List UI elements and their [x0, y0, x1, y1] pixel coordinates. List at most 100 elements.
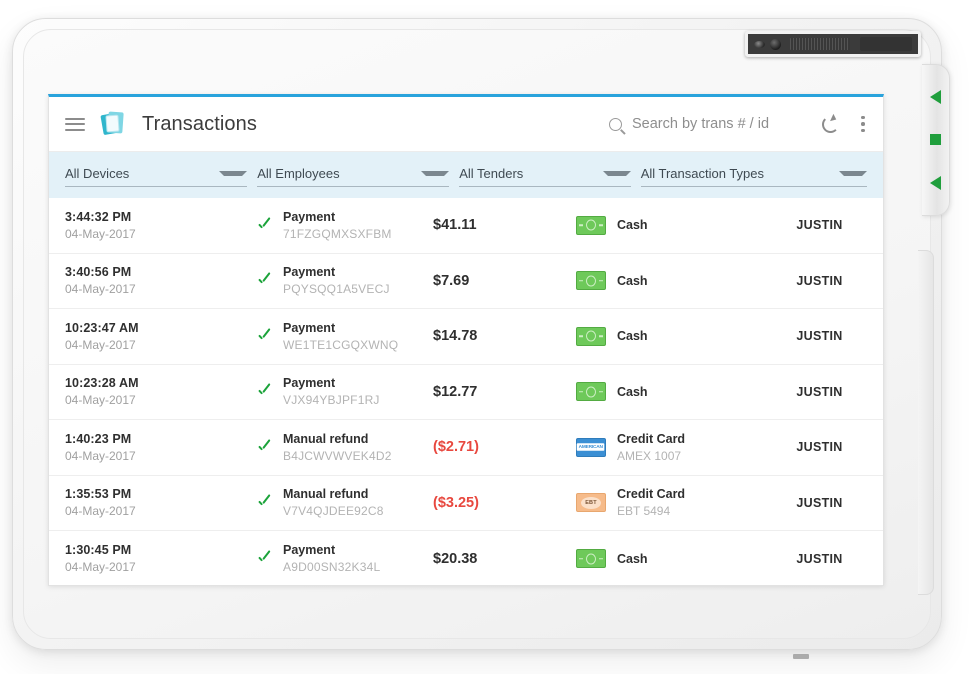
tender-name: Cash — [617, 385, 648, 399]
triangle-left-icon[interactable] — [930, 176, 941, 190]
transaction-employee: JUSTIN — [772, 385, 867, 399]
transaction-time: 3:40:56 PM — [65, 265, 257, 279]
cash-icon — [576, 216, 606, 235]
tablet-scene: Transactions All Devices All Employees — [0, 0, 975, 674]
device-side-panel — [918, 250, 934, 595]
transaction-employee: JUSTIN — [772, 496, 867, 510]
filter-employees[interactable]: All Employees — [257, 163, 449, 187]
chevron-down-icon — [219, 171, 247, 176]
camera-lens-icon — [754, 41, 765, 48]
transaction-timestamp: 1:35:53 PM 04-May-2017 — [65, 487, 257, 518]
page-title: Transactions — [142, 113, 257, 136]
transaction-timestamp: 10:23:28 AM 04-May-2017 — [65, 376, 257, 407]
transaction-reference: 71FZGQMXSXFBM — [283, 227, 392, 241]
tender-cell: Cash — [576, 549, 772, 568]
transaction-amount: $41.11 — [433, 217, 576, 233]
cash-icon — [576, 327, 606, 346]
app-header: Transactions — [49, 97, 883, 152]
transaction-amount: $12.77 — [433, 384, 576, 400]
transaction-date: 04-May-2017 — [65, 504, 257, 518]
search-input[interactable] — [632, 116, 804, 132]
table-row[interactable]: 1:40:23 PM04-May-2017Manual refundB4JCWV… — [49, 420, 883, 476]
tender-cell: EBTCredit CardEBT 5494 — [576, 487, 772, 518]
transaction-date: 04-May-2017 — [65, 227, 257, 241]
transaction-type: Payment — [283, 543, 380, 557]
transaction-amount: $20.38 — [433, 551, 576, 567]
transaction-reference: PQYSQQ1A5VECJ — [283, 282, 390, 296]
tender-name: Credit Card — [617, 432, 685, 446]
device-side-rail[interactable] — [922, 64, 950, 216]
square-icon[interactable] — [930, 134, 941, 145]
table-row[interactable]: 1:35:53 PM 04-May-2017Manual refundV7V4QJ… — [49, 476, 883, 532]
kebab-menu-icon[interactable] — [861, 113, 865, 135]
search-box[interactable] — [609, 116, 822, 132]
transaction-type: Payment — [283, 376, 380, 390]
chevron-down-icon — [421, 171, 449, 176]
transaction-timestamp: 3:40:56 PM 04-May-2017 — [65, 265, 257, 296]
module-panel — [860, 37, 912, 51]
transaction-type-cell: Payment 71FZGQMXSXFBM — [257, 210, 433, 241]
table-row[interactable]: 1:30:45 PM 04-May-2017 Payment A9D00SN32K34… — [49, 531, 883, 585]
transaction-type-cell: Manual refundV7V4QJDEE92C8 — [257, 487, 433, 518]
transaction-timestamp: 1:30:45 PM 04-May-2017 — [65, 543, 257, 574]
transaction-timestamp: 10:23:47 AM 04-May-2017 — [65, 321, 257, 352]
transaction-reference: A9D00SN32K34L — [283, 560, 380, 574]
table-row[interactable]: 10:23:47 AM 04-May-2017PaymentWE1TE1CGQXW… — [49, 309, 883, 365]
transaction-reference: VJX94YBJPF1RJ — [283, 393, 380, 407]
transaction-amount: ($2.71) — [433, 439, 576, 455]
table-row[interactable]: 3:44:32 PM04-May-2017Payment71FZGQMXSXFB… — [49, 198, 883, 254]
check-icon — [257, 495, 272, 510]
table-row[interactable]: 10:23:28 AM 04-May-2017 Payment VJX94YBJPF1… — [49, 365, 883, 421]
transaction-type: Manual refund — [283, 432, 392, 446]
check-icon — [257, 329, 272, 344]
ebt-card-icon: EBT — [576, 493, 606, 512]
check-icon — [257, 440, 272, 455]
filter-devices[interactable]: All Devices — [65, 163, 247, 187]
transaction-reference: WE1TE1CGQXWNQ — [283, 338, 398, 352]
transaction-date: 04-May-2017 — [65, 449, 257, 463]
check-icon — [257, 384, 272, 399]
transaction-type-cell: PaymentWE1TE1CGQXWNQ — [257, 321, 433, 352]
search-icon — [609, 118, 622, 131]
tender-detail: EBT 5494 — [617, 504, 685, 518]
transactions-app: Transactions All Devices All Employees — [48, 94, 884, 586]
transaction-date: 04-May-2017 — [65, 282, 257, 296]
transaction-time: 10:23:47 AM — [65, 321, 257, 335]
tender-name: Cash — [617, 329, 648, 343]
transaction-time: 1:30:45 PM — [65, 543, 257, 557]
chevron-down-icon — [839, 171, 867, 176]
header-actions — [609, 113, 869, 135]
chevron-down-icon — [603, 171, 631, 176]
transaction-date: 04-May-2017 — [65, 393, 257, 407]
transaction-type: Payment — [283, 265, 390, 279]
cash-icon — [576, 271, 606, 290]
triangle-left-icon[interactable] — [930, 90, 941, 104]
table-row[interactable]: 3:40:56 PM 04-May-2017 Payment PQYSQQ1A5VEC… — [49, 254, 883, 310]
tender-name: Cash — [617, 218, 648, 232]
transaction-employee: JUSTIN — [772, 218, 867, 232]
transaction-employee: JUSTIN — [772, 440, 867, 454]
transactions-list: 3:44:32 PM04-May-2017Payment71FZGQMXSXFB… — [49, 198, 883, 585]
amex-card-icon: AMERICAN — [576, 438, 606, 457]
filter-transaction-types[interactable]: All Transaction Types — [641, 163, 867, 187]
transaction-reference: B4JCWVWVEK4D2 — [283, 449, 392, 463]
transaction-time: 1:35:53 PM — [65, 487, 257, 501]
tender-cell: Cash — [576, 271, 772, 290]
check-icon — [257, 218, 272, 233]
transaction-date: 04-May-2017 — [65, 560, 257, 574]
tender-name: Cash — [617, 552, 648, 566]
receipts-logo-icon — [102, 111, 128, 137]
transaction-date: 04-May-2017 — [65, 338, 257, 352]
refresh-icon[interactable] — [822, 116, 839, 133]
check-icon — [257, 273, 272, 288]
transaction-employee: JUSTIN — [772, 552, 867, 566]
camera-lens-icon — [770, 39, 781, 50]
transaction-time: 10:23:28 AM — [65, 376, 257, 390]
filter-tenders[interactable]: All Tenders — [459, 163, 630, 187]
hamburger-icon[interactable] — [65, 114, 85, 134]
filter-bar: All Devices All Employees All Tenders Al… — [49, 152, 883, 198]
transaction-type: Payment — [283, 210, 392, 224]
transaction-amount: $7.69 — [433, 273, 576, 289]
transaction-type-cell: Payment VJX94YBJPF1RJ — [257, 376, 433, 407]
filter-tenders-label: All Tenders — [459, 166, 523, 181]
